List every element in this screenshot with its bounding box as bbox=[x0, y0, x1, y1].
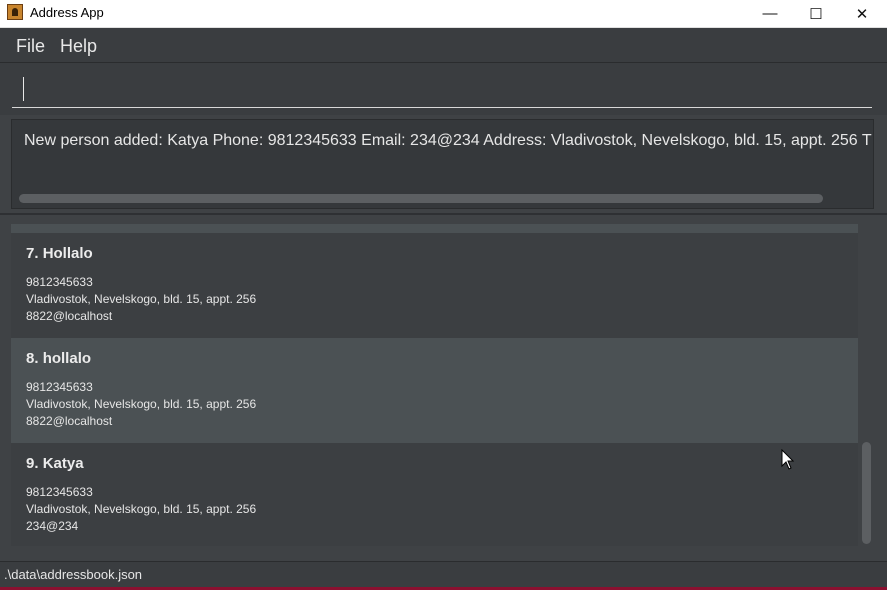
menu-help[interactable]: Help bbox=[60, 36, 97, 57]
person-list[interactable]: 7. Hollalo 9812345633 Vladivostok, Nevel… bbox=[11, 224, 858, 546]
person-email: 8822@localhost bbox=[26, 309, 113, 323]
menu-bar: File Help bbox=[0, 28, 887, 63]
minimize-button[interactable]: — bbox=[747, 0, 793, 27]
person-name: 8. hollalo bbox=[26, 350, 92, 367]
command-box bbox=[0, 63, 887, 115]
divider bbox=[0, 213, 887, 215]
vertical-scrollbar-thumb[interactable] bbox=[862, 442, 871, 544]
close-button[interactable]: ✕ bbox=[839, 0, 885, 27]
person-address: Vladivostok, Nevelskogo, bld. 15, appt. … bbox=[26, 292, 257, 306]
person-card[interactable]: 8. hollalo 9812345633 Vladivostok, Nevel… bbox=[11, 338, 858, 443]
result-message: New person added: Katya Phone: 981234563… bbox=[24, 132, 872, 149]
person-address: Vladivostok, Nevelskogo, bld. 15, appt. … bbox=[26, 397, 257, 411]
menu-file[interactable]: File bbox=[16, 36, 45, 57]
person-card[interactable]: 9. Katya 9812345633 Vladivostok, Nevelsk… bbox=[11, 443, 858, 546]
person-phone: 9812345633 bbox=[26, 485, 93, 499]
title-bar: Address App — ☐ ✕ bbox=[0, 0, 887, 28]
person-name: 7. Hollalo bbox=[26, 245, 93, 262]
address-book-icon bbox=[7, 4, 23, 20]
text-caret bbox=[23, 77, 24, 101]
person-address: Vladivostok, Nevelskogo, bld. 15, appt. … bbox=[26, 502, 257, 516]
partial-list-item bbox=[11, 224, 858, 233]
command-input[interactable] bbox=[12, 73, 872, 108]
mouse-cursor-icon bbox=[781, 449, 795, 470]
status-bar: .\data\addressbook.json bbox=[0, 561, 887, 588]
person-phone: 9812345633 bbox=[26, 275, 93, 289]
person-email: 8822@localhost bbox=[26, 414, 113, 428]
result-display: New person added: Katya Phone: 981234563… bbox=[11, 119, 874, 209]
person-name: 9. Katya bbox=[26, 455, 84, 472]
person-email: 234@234 bbox=[26, 519, 79, 533]
horizontal-scrollbar[interactable] bbox=[19, 194, 823, 203]
save-location: .\data\addressbook.json bbox=[4, 567, 143, 582]
person-card[interactable]: 7. Hollalo 9812345633 Vladivostok, Nevel… bbox=[11, 233, 858, 338]
window-title: Address App bbox=[30, 5, 104, 20]
maximize-button[interactable]: ☐ bbox=[793, 0, 839, 27]
person-phone: 9812345633 bbox=[26, 380, 93, 394]
